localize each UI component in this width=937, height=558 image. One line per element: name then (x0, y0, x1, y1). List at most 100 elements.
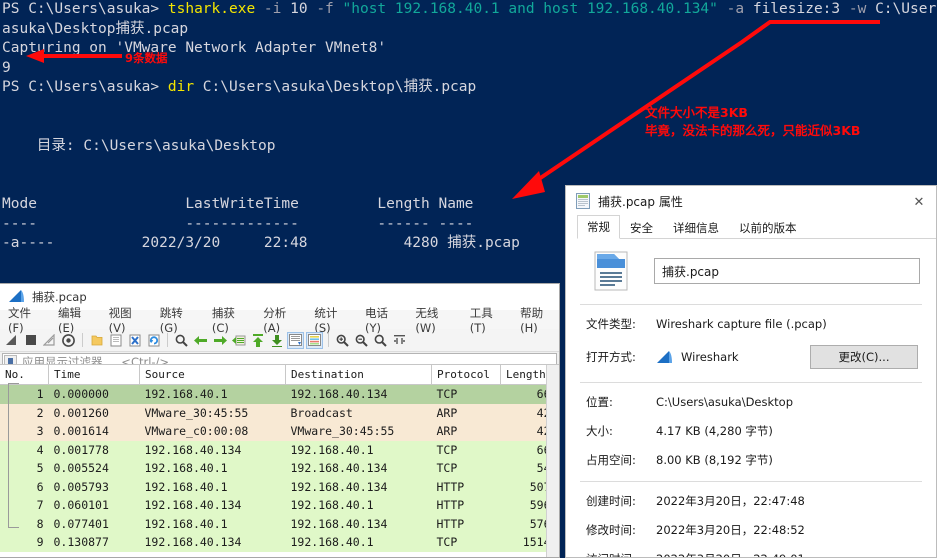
cell-source: VMware_30:45:55 (139, 403, 286, 422)
column-header-time[interactable]: Time (48, 365, 140, 385)
cell-length: 66 (500, 384, 546, 404)
menu-item-9[interactable]: 工具(T) (468, 304, 507, 336)
go-forward-icon[interactable] (211, 332, 228, 349)
capture-options-icon[interactable] (60, 332, 77, 349)
terminal-text: Mode LastWriteTime Length Name (2, 196, 474, 212)
packet-table-header-row: No. Time Source Destination Protocol Len… (0, 365, 546, 385)
property-row-accessed: 访问时间: 2022年3月20日，22:49:01 (580, 551, 922, 557)
terminal-text: -a (726, 1, 745, 17)
annotation-file-size: 文件大小不是3KB 毕竟，没法卡的那么死，只能近似3KB (645, 104, 860, 140)
go-first-packet-icon[interactable] (249, 332, 266, 349)
table-row[interactable]: 20.001260VMware_30:45:55BroadcastARP42 (0, 403, 546, 422)
table-row[interactable]: 9 0.130877 192.168.40.134 192.168.40.1 TCP 15… (0, 533, 546, 552)
column-header-source[interactable]: Source (139, 365, 286, 385)
table-row[interactable]: 40.001778192.168.40.134192.168.40.1TCP66 (0, 440, 546, 459)
value-location: C:\Users\asuka\Desktop (656, 395, 793, 409)
terminal-text: Capturing on 'VMware Network Adapter VMn… (2, 40, 387, 56)
cell-time: 0.001614 (48, 422, 140, 441)
label-location: 位置: (586, 395, 613, 409)
terminal-text: -a---- 2022/3/20 22:48 4280 捕获.pcap (2, 235, 520, 251)
cell-protocol: TCP (431, 384, 501, 404)
cell-protocol: TCP (431, 459, 501, 478)
cell-destination: 192.168.40.134 (285, 459, 432, 478)
label-file-type: 文件类型: (586, 317, 636, 331)
start-capture-icon[interactable] (3, 332, 20, 349)
go-to-packet-icon[interactable] (230, 332, 247, 349)
packet-list-pane[interactable]: No. Time Source Destination Protocol Len… (0, 364, 559, 557)
restart-capture-icon[interactable] (41, 332, 58, 349)
properties-tabs[interactable]: 常规 安全 详细信息 以前的版本 (577, 215, 936, 239)
terminal-text: C:\Users\ (875, 1, 937, 17)
cell-protocol: TCP (431, 440, 501, 459)
filename-row: 捕获.pcap (580, 251, 922, 291)
cell-protocol: HTTP (431, 477, 501, 496)
tab-详细信息[interactable]: 详细信息 (663, 216, 729, 239)
find-packet-icon[interactable] (173, 332, 190, 349)
close-file-icon[interactable] (126, 332, 143, 349)
zoom-in-icon[interactable] (334, 332, 351, 349)
terminal-line: PS C:\Users\asuka> dir C:\Users\asuka\De… (0, 78, 937, 98)
table-row[interactable]: 7 0.060101 192.168.40.134 192.168.40.1 HTTP 5… (0, 496, 546, 515)
packet-list-area[interactable]: No. Time Source Destination Protocol Len… (0, 365, 546, 557)
cell-length: 42 (500, 403, 546, 422)
reload-file-icon[interactable] (145, 332, 162, 349)
table-row[interactable]: 6 0.005793 192.168.40.1 192.168.40.134 HTTP 5… (0, 477, 546, 496)
change-default-app-button[interactable]: 更改(C)... (810, 345, 918, 369)
divider (580, 304, 922, 305)
menu-item-10[interactable]: 帮助(H) (518, 304, 559, 336)
cell-length: 1514 (500, 533, 546, 552)
terminal-text: C:\Users\asuka\Desktop\捕获.pcap (194, 79, 477, 95)
terminal-text: filesize:3 (744, 1, 849, 17)
cell-length: 42 (500, 422, 546, 441)
packet-list-scrollbar[interactable] (546, 365, 559, 557)
cell-destination: 192.168.40.1 (285, 533, 432, 552)
autoscroll-icon[interactable] (287, 331, 304, 349)
save-file-icon[interactable] (107, 332, 124, 349)
document-icon (576, 193, 590, 209)
wireshark-window[interactable]: 捕获.pcap 文件(F) 编辑(E) 视图(V) 跳转(G) 捕获(C) 分析(A) 统计… (0, 283, 560, 558)
tab-常规[interactable]: 常规 (577, 215, 620, 239)
cell-destination: 192.168.40.134 (285, 384, 432, 404)
cell-length: 596 (500, 496, 546, 515)
toolbar-separator (82, 333, 83, 347)
tab-安全[interactable]: 安全 (620, 216, 663, 239)
wireshark-menubar[interactable]: 文件(F) 编辑(E) 视图(V) 跳转(G) 捕获(C) 分析(A) 统计(S) 电话(Y)… (0, 306, 559, 335)
terminal-text: -f (316, 1, 334, 17)
file-type-icon (594, 251, 628, 291)
open-file-icon[interactable] (88, 332, 105, 349)
go-back-icon[interactable] (192, 332, 209, 349)
close-icon[interactable]: ✕ (904, 192, 934, 212)
cell-source: 192.168.40.1 (139, 514, 286, 533)
toolbar-separator (328, 333, 329, 347)
table-row[interactable]: 8 0.077401 192.168.40.1 192.168.40.134 HTTP 5… (0, 514, 546, 533)
column-header-no[interactable]: No. (0, 365, 49, 385)
opens-with-app-name: Wireshark (681, 350, 739, 364)
stop-capture-icon[interactable] (22, 332, 39, 349)
label-created: 创建时间: (586, 494, 636, 508)
column-header-length[interactable]: Length (500, 365, 546, 385)
cell-time: 0.005524 (48, 459, 140, 478)
cell-time: 0.005793 (48, 477, 140, 496)
colorize-icon[interactable] (306, 331, 323, 349)
value-file-type: Wireshark capture file (.pcap) (656, 317, 827, 331)
table-row[interactable]: 50.005524192.168.40.1192.168.40.134TCP54 (0, 459, 546, 478)
value-modified: 2022年3月20日，22:48:52 (656, 523, 805, 537)
zoom-out-icon[interactable] (353, 332, 370, 349)
terminal-text: "host 192.168.40.1 and host 192.168.40.1… (342, 1, 718, 17)
column-header-protocol[interactable]: Protocol (431, 365, 501, 385)
table-row[interactable]: 3 0.001614 VMware_c0:00:08 VMware_30:45:55 A… (0, 422, 546, 441)
resize-columns-icon[interactable] (391, 332, 408, 349)
column-header-destination[interactable]: Destination (285, 365, 432, 385)
table-row[interactable]: 10.000000192.168.40.1192.168.40.134TCP66 (0, 384, 546, 404)
file-properties-dialog[interactable]: 捕获.pcap 属性 ✕ 常规 安全 详细信息 以前的版本 捕获.pcap 文件类型:… (565, 185, 937, 558)
filename-input[interactable]: 捕获.pcap (654, 258, 920, 284)
wireshark-logo-icon (9, 290, 24, 302)
cell-protocol: TCP (431, 533, 501, 552)
tab-以前的版本[interactable]: 以前的版本 (729, 216, 807, 239)
packet-list-table[interactable]: No. Time Source Destination Protocol Len… (0, 365, 546, 552)
terminal-text: PS C:\Users\asuka> (2, 1, 168, 17)
go-last-packet-icon[interactable] (268, 332, 285, 349)
zoom-reset-icon[interactable] (372, 332, 389, 349)
menu-item-8[interactable]: 无线(W) (413, 304, 456, 336)
